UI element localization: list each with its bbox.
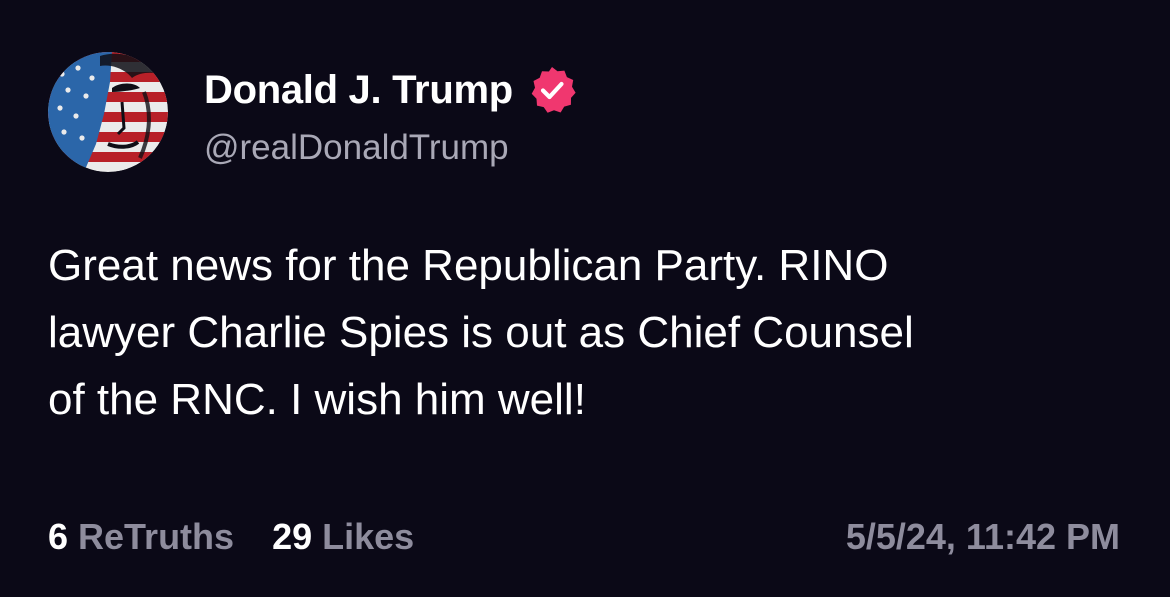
retruths-count: 6 bbox=[48, 516, 69, 557]
post-footer: 6 ReTruths 29 Likes 5/5/24, 11:42 PM bbox=[48, 512, 1120, 562]
flag-portrait-avatar-icon bbox=[48, 52, 168, 172]
post-timestamp[interactable]: 5/5/24, 11:42 PM bbox=[846, 516, 1120, 558]
likes-count: 29 bbox=[272, 516, 313, 557]
author-handle[interactable]: @realDonaldTrump bbox=[204, 128, 509, 168]
author-display-name[interactable]: Donald J. Trump bbox=[204, 68, 513, 113]
post-text-line: of the RNC. I wish him well! bbox=[48, 375, 586, 424]
author-name-row: Donald J. Trump bbox=[204, 64, 577, 116]
verified-badge-icon bbox=[527, 65, 577, 115]
likes-stat[interactable]: 29 Likes bbox=[272, 516, 414, 558]
retruths-label: ReTruths bbox=[78, 516, 235, 557]
likes-label: Likes bbox=[322, 516, 415, 557]
post-card: Donald J. Trump @realDonaldTrump Great n… bbox=[0, 0, 1170, 597]
post-text-line: lawyer Charlie Spies is out as Chief Cou… bbox=[48, 308, 914, 357]
avatar[interactable] bbox=[48, 52, 168, 172]
post-text-line: Great news for the Republican Party. RIN… bbox=[48, 241, 889, 290]
post-text: Great news for the Republican Party. RIN… bbox=[48, 232, 1128, 433]
retruths-stat[interactable]: 6 ReTruths bbox=[48, 516, 234, 558]
